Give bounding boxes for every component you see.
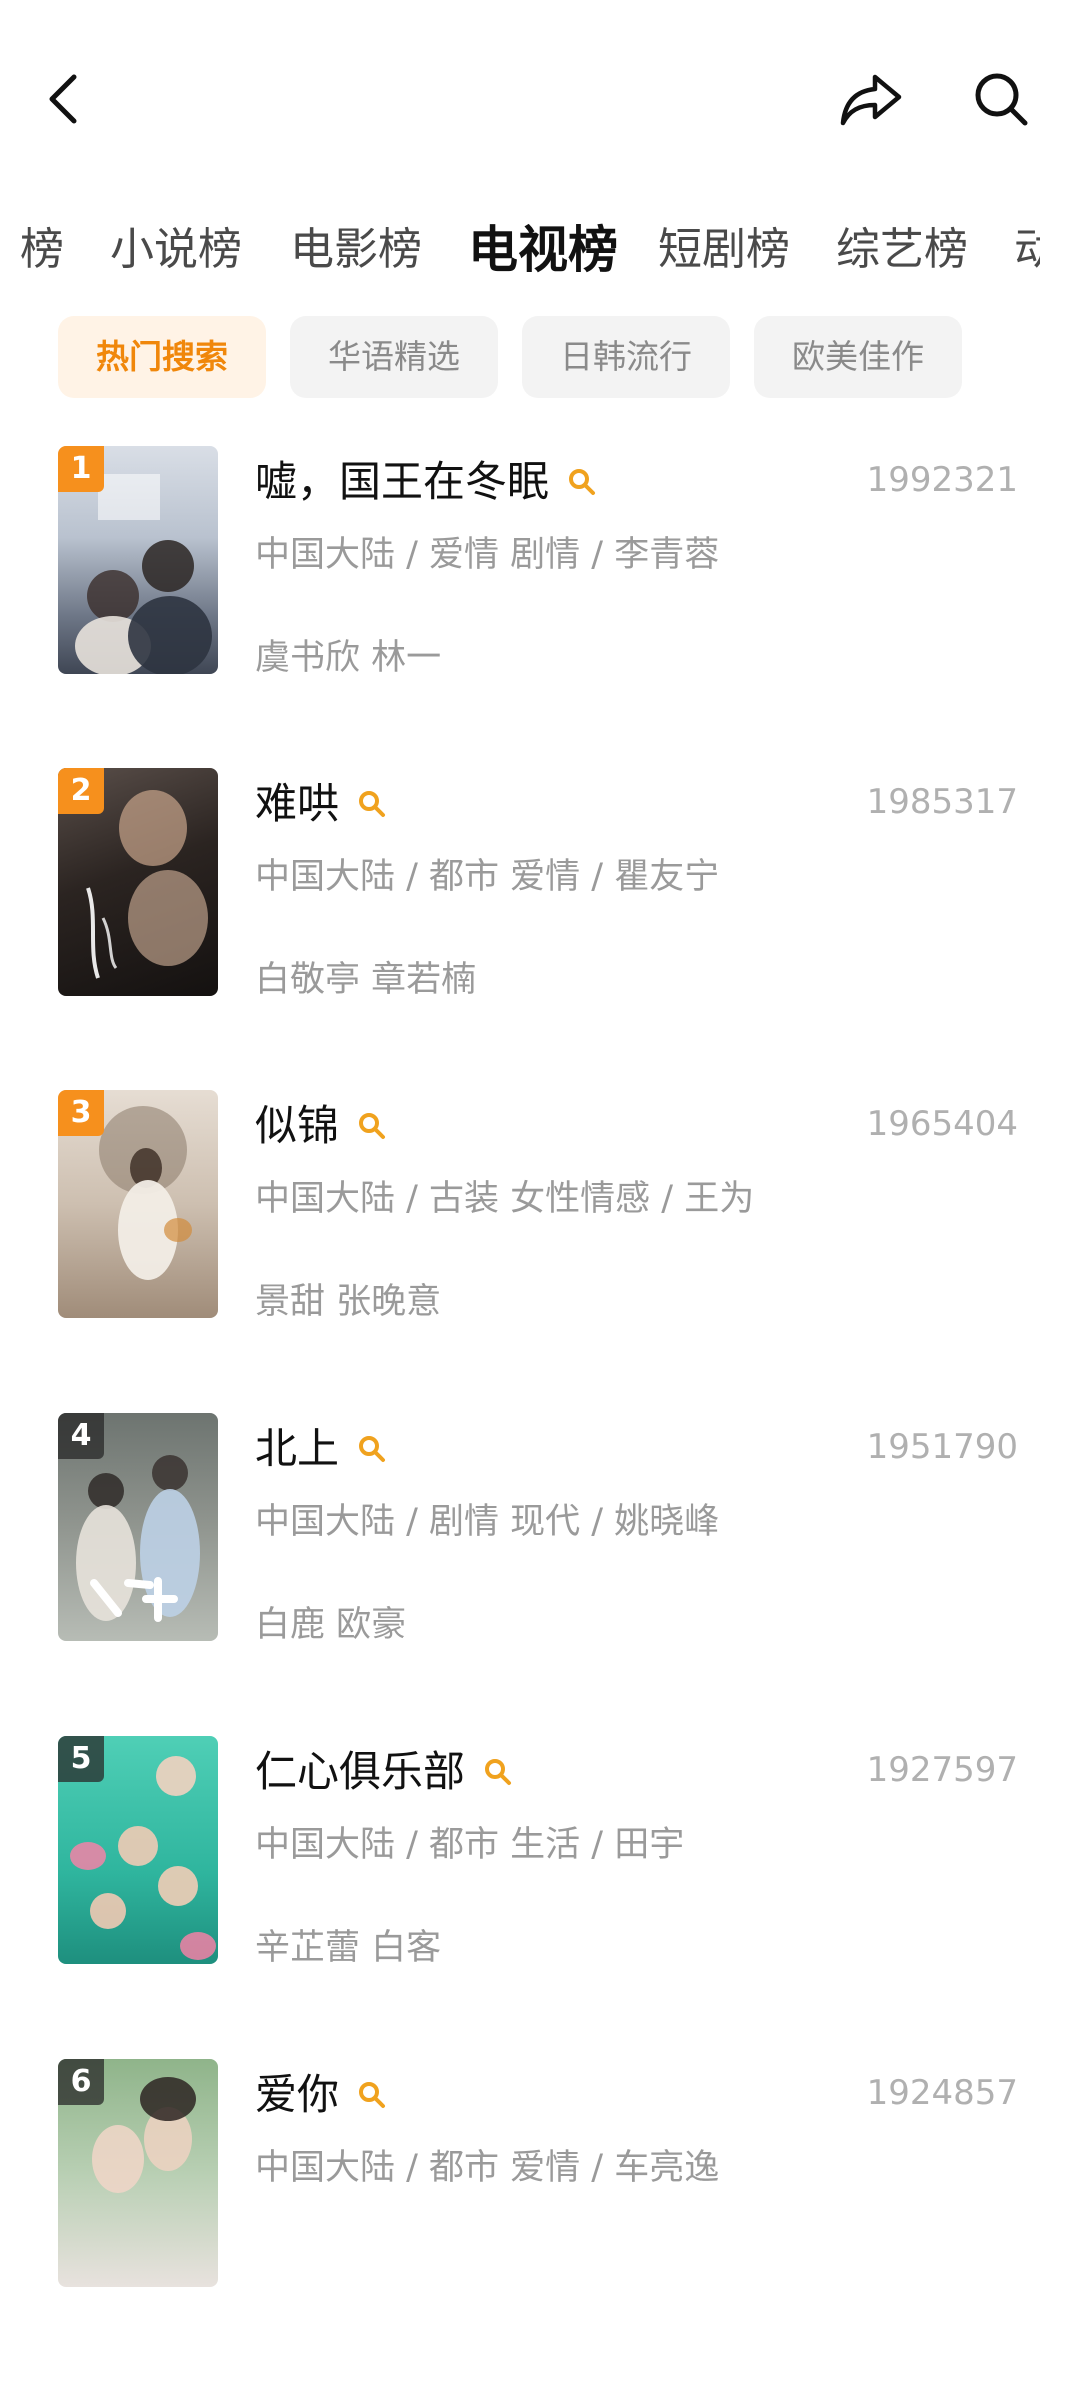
poster-image[interactable]: 6 xyxy=(58,2059,218,2287)
item-title: 难哄 xyxy=(255,779,340,828)
list-item[interactable]: 2 难哄 1985317 中国大陆 / 都市 爱情 / 瞿友宁 白敬亭 章若楠 xyxy=(0,768,1080,1091)
category-tabs: 榜 小说榜 电影榜 电视榜 短剧榜 综艺榜 动 xyxy=(0,200,1040,300)
list-item[interactable]: 4 北上 1951790 中国大陆 / 剧情 现代 / 姚晓峰 白鹿 欧豪 xyxy=(0,1413,1080,1736)
tab-partial-left[interactable]: 榜 xyxy=(20,200,64,300)
list-item[interactable]: 1 嘘，国王在冬眠 1992321 中国大陆 / 爱情 剧情 / 李青蓉 虞书欣… xyxy=(0,446,1080,769)
popularity-score: 1965404 xyxy=(866,1104,1018,1144)
rank-badge: 1 xyxy=(58,446,104,492)
search-icon xyxy=(975,73,1028,126)
list-item[interactable]: 3 似锦 1965404 中国大陆 / 古装 女性情感 / 王为 景甜 张晚意 xyxy=(0,1090,1080,1413)
item-meta: 中国大陆 / 剧情 现代 / 姚晓峰 xyxy=(255,1502,720,1542)
item-title-row: 难哄 xyxy=(255,774,387,834)
top-bar xyxy=(0,0,1080,190)
share-icon xyxy=(840,74,902,126)
tab-partial-right[interactable]: 动 xyxy=(1014,200,1040,300)
item-cast: 白敬亭 章若楠 xyxy=(255,960,477,1000)
popularity-score: 1924857 xyxy=(866,2073,1018,2113)
item-meta: 中国大陆 / 都市 爱情 / 车亮逸 xyxy=(255,2148,720,2188)
chip-chinese[interactable]: 华语精选 xyxy=(290,316,498,398)
poster-image[interactable]: 5 xyxy=(58,1736,218,1964)
poster-image[interactable]: 1 xyxy=(58,446,218,674)
item-cast: 景甜 张晚意 xyxy=(255,1282,442,1322)
list-item[interactable]: 6 爱你 1924857 中国大陆 / 都市 爱情 / 车亮逸 xyxy=(0,2059,1080,2382)
item-meta: 中国大陆 / 都市 爱情 / 瞿友宁 xyxy=(255,857,720,897)
search-small-icon[interactable] xyxy=(357,2080,387,2110)
poster-image[interactable]: 4 xyxy=(58,1413,218,1641)
chip-hot-search[interactable]: 热门搜索 xyxy=(58,316,266,398)
tab-variety[interactable]: 综艺榜 xyxy=(836,200,968,300)
rank-badge: 5 xyxy=(58,1736,104,1782)
item-meta: 中国大陆 / 都市 生活 / 田宇 xyxy=(255,1825,685,1865)
share-button[interactable] xyxy=(826,54,916,144)
search-small-icon[interactable] xyxy=(357,789,387,819)
item-title: 仁心俱乐部 xyxy=(255,1747,466,1796)
tab-novel[interactable]: 小说榜 xyxy=(110,200,242,300)
rank-badge: 3 xyxy=(58,1090,104,1136)
search-button[interactable] xyxy=(956,54,1046,144)
list-item[interactable]: 5 仁心俱乐部 1927597 中国大陆 / 都市 生活 / 田宇 辛芷蕾 白客 xyxy=(0,1736,1080,2059)
poster-image[interactable]: 3 xyxy=(58,1090,218,1318)
chip-western[interactable]: 欧美佳作 xyxy=(754,316,962,398)
item-title-row: 嘘，国王在冬眠 xyxy=(255,452,597,512)
chip-jpkr[interactable]: 日韩流行 xyxy=(522,316,730,398)
item-title: 北上 xyxy=(255,1424,340,1473)
search-small-icon[interactable] xyxy=(483,1757,513,1787)
item-title: 似锦 xyxy=(255,1101,340,1150)
item-cast: 白鹿 欧豪 xyxy=(255,1605,407,1645)
item-title: 爱你 xyxy=(255,2070,340,2119)
tab-tv[interactable]: 电视榜 xyxy=(468,200,618,300)
item-title-row: 似锦 xyxy=(255,1096,387,1156)
popularity-score: 1951790 xyxy=(866,1427,1018,1467)
tab-short-drama[interactable]: 短剧榜 xyxy=(658,200,790,300)
item-cast: 虞书欣 林一 xyxy=(255,638,442,678)
search-small-icon[interactable] xyxy=(357,1111,387,1141)
item-title-row: 北上 xyxy=(255,1419,387,1479)
popularity-score: 1927597 xyxy=(866,1750,1018,1790)
tab-movie[interactable]: 电影榜 xyxy=(290,200,422,300)
item-cast: 辛芷蕾 白客 xyxy=(255,1928,442,1968)
poster-image[interactable]: 2 xyxy=(58,768,218,996)
back-button[interactable] xyxy=(20,54,110,144)
rank-badge: 6 xyxy=(58,2059,104,2105)
search-small-icon[interactable] xyxy=(357,1434,387,1464)
item-title: 嘘，国王在冬眠 xyxy=(255,457,550,506)
item-meta: 中国大陆 / 古装 女性情感 / 王为 xyxy=(255,1179,755,1219)
item-title-row: 爱你 xyxy=(255,2065,387,2125)
popularity-score: 1985317 xyxy=(866,782,1018,822)
rank-badge: 2 xyxy=(58,768,104,814)
popularity-score: 1992321 xyxy=(866,460,1018,500)
item-title-row: 仁心俱乐部 xyxy=(255,1742,513,1802)
search-small-icon[interactable] xyxy=(567,467,597,497)
rank-badge: 4 xyxy=(58,1413,104,1459)
item-meta: 中国大陆 / 爱情 剧情 / 李青蓉 xyxy=(255,535,720,575)
chevron-left-icon xyxy=(49,74,77,124)
